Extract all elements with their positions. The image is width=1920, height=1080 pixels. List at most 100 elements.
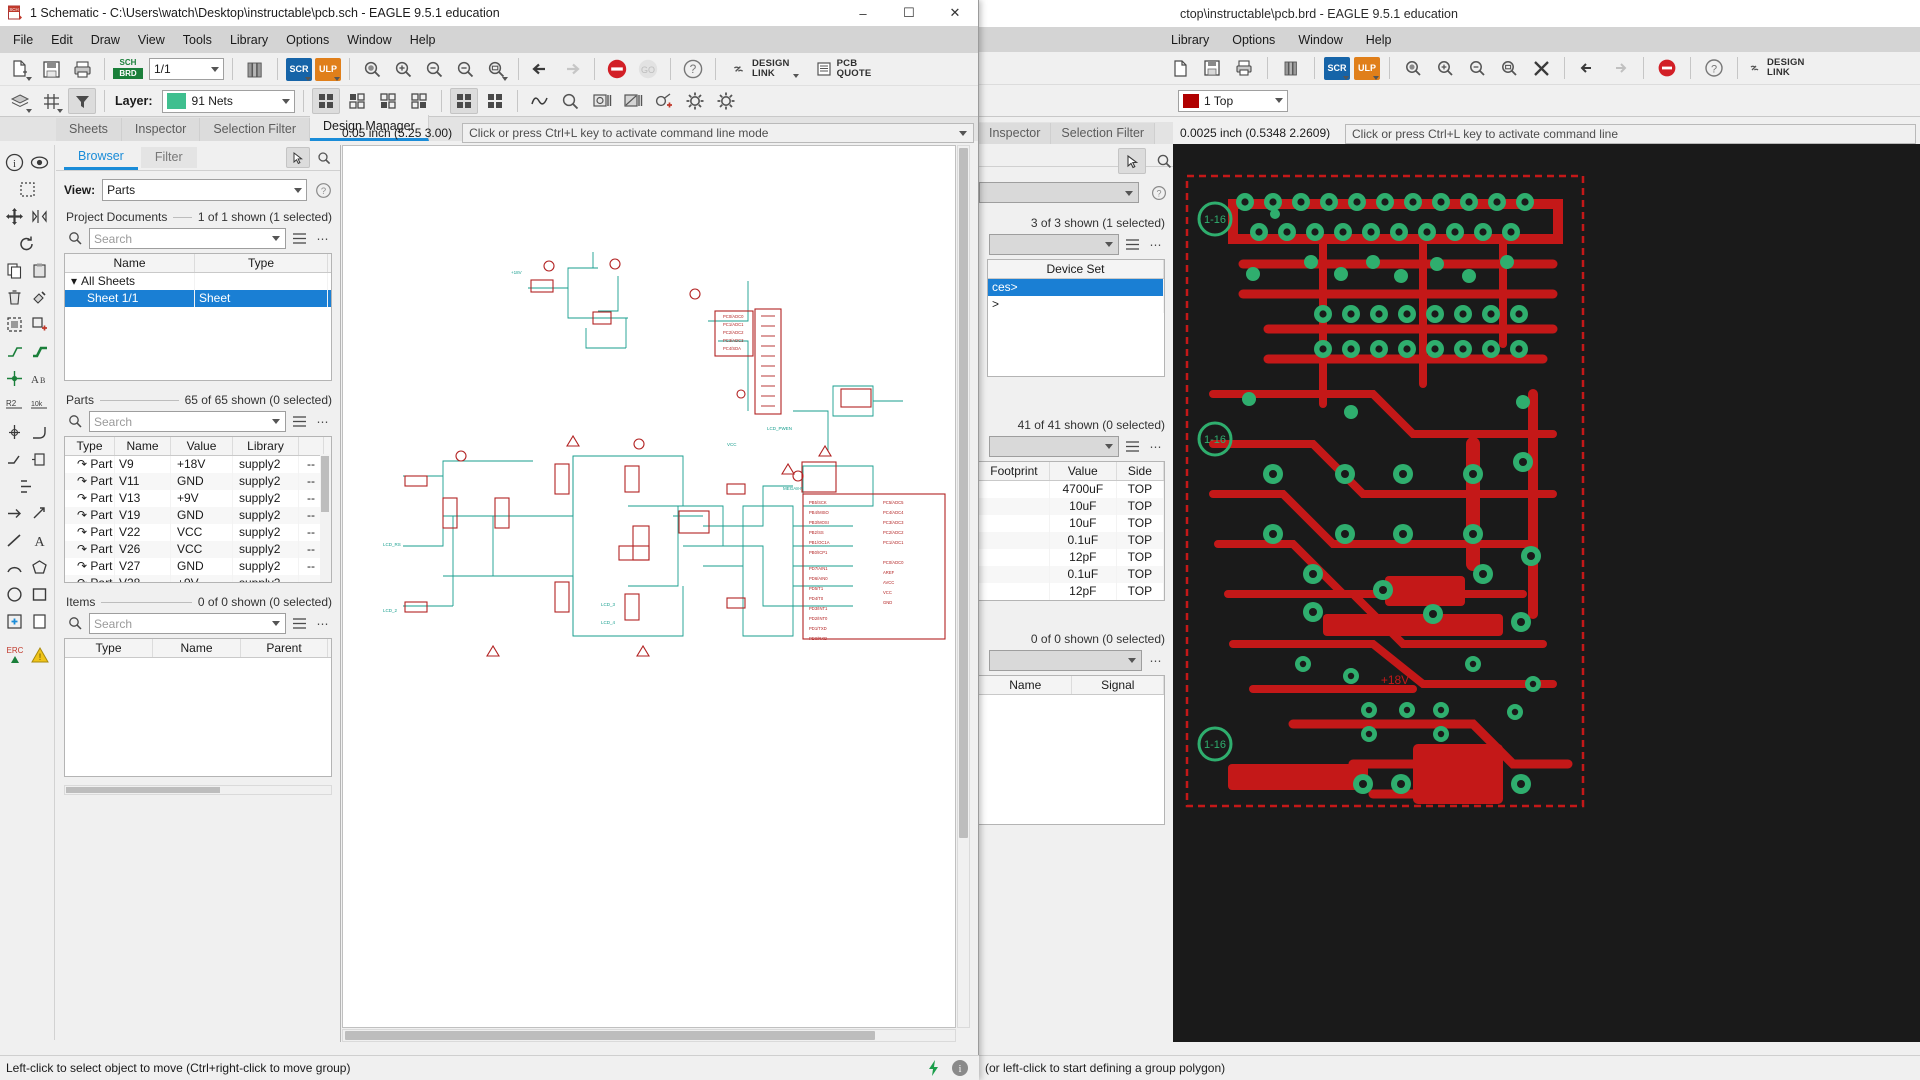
menu-draw[interactable]: Draw	[82, 30, 129, 50]
project-documents-table[interactable]: Name Type ▾ All Sheets Sheet 1/1 Sheet	[64, 253, 332, 381]
board-list-options-icon[interactable]	[1123, 235, 1142, 254]
maximize-button[interactable]: ☐	[886, 0, 932, 26]
items-list-options-icon[interactable]	[290, 614, 309, 633]
board-zoom-fit-icon[interactable]	[1399, 55, 1427, 81]
board-menu-window[interactable]: Window	[1295, 31, 1345, 49]
table-row[interactable]: 12pF TOP	[979, 583, 1164, 600]
board-tab-inspector[interactable]: Inspector	[979, 123, 1052, 144]
menu-tools[interactable]: Tools	[174, 30, 221, 50]
replace-icon[interactable]	[27, 285, 52, 310]
menu-edit[interactable]: Edit	[42, 30, 82, 50]
subtab-filter[interactable]: Filter	[140, 147, 197, 168]
items-hscroll-thumb[interactable]	[66, 787, 220, 793]
view-help-icon[interactable]: ?	[314, 181, 333, 200]
zoom-redraw-icon[interactable]	[451, 56, 479, 82]
parts-table[interactable]: Type Name Value Library ↷ Part V9 +18V supp…	[64, 436, 332, 583]
board-ulp-button[interactable]: ULP	[1354, 56, 1380, 80]
project-list-options-icon[interactable]	[290, 229, 309, 248]
board-toolbar-primary[interactable]: SCR ULP ? DESIGN LINK	[976, 52, 1920, 85]
board-help-small-icon[interactable]: ?	[1149, 183, 1168, 202]
items-more-icon[interactable]: ⋯	[313, 614, 332, 633]
undo-icon[interactable]	[527, 56, 555, 82]
pcb-board-canvas[interactable]: 1-16 1-16 1-16 +18V	[1173, 144, 1920, 1042]
bus-icon[interactable]	[27, 339, 52, 364]
board-elements-table[interactable]: Footprint Value Side 4700uF TOP 10uF TOP 10u…	[979, 461, 1165, 601]
browser-zoom-icon[interactable]	[312, 147, 336, 168]
board-elements-list-icon[interactable]	[1123, 437, 1142, 456]
table-row[interactable]: 0.1uFTOP	[979, 600, 1164, 601]
board-more-options-icon[interactable]: ⋯	[1146, 235, 1165, 254]
schematic-toolbar-primary[interactable]: SCH BRD 1/1 SCR ULP GO ? DESIGN LINK PCB…	[0, 53, 978, 86]
value-10k-icon[interactable]: 10k	[27, 393, 52, 418]
table-row[interactable]: ces>	[988, 279, 1164, 296]
layers-icon[interactable]	[6, 88, 34, 114]
junction-icon[interactable]	[2, 366, 27, 391]
scr-button[interactable]: SCR	[286, 57, 312, 81]
invoke-icon[interactable]	[27, 447, 52, 472]
new-file-icon[interactable]	[6, 56, 34, 82]
board-preview-icon[interactable]	[588, 88, 616, 114]
schematic-canvas-area[interactable]: PC0/ADC0 PC1/ADC1 PC2/ADC2 PC3/ADC3 PC4/SD…	[342, 145, 970, 1042]
board-design-link-button[interactable]: DESIGN LINK	[1747, 58, 1805, 78]
board-deviceset-table[interactable]: Device Set ces> >	[987, 259, 1165, 377]
go-icon[interactable]: GO	[634, 56, 662, 82]
project-search-icon[interactable]	[66, 229, 85, 248]
board-undo-icon[interactable]	[1574, 55, 1602, 81]
move-icon[interactable]	[2, 204, 27, 229]
redo-icon[interactable]	[558, 56, 586, 82]
rotate-text-icon[interactable]	[27, 501, 52, 526]
items-search-icon[interactable]	[66, 614, 85, 633]
board-menu-library[interactable]: Library	[1168, 31, 1212, 49]
window-controls[interactable]: – ☐ ✕	[840, 0, 978, 26]
show-icon[interactable]	[27, 150, 52, 175]
add-part-icon[interactable]	[650, 88, 678, 114]
board-tab-selection-filter[interactable]: Selection Filter	[1051, 123, 1156, 144]
zoom-out-icon[interactable]	[420, 56, 448, 82]
tab-sheets[interactable]: Sheets	[56, 118, 122, 141]
menu-window[interactable]: Window	[338, 30, 400, 50]
display-all-layers-icon[interactable]	[311, 88, 340, 114]
ulp-button[interactable]: ULP	[315, 57, 341, 81]
group-icon[interactable]	[2, 312, 27, 337]
array-icon[interactable]	[15, 474, 40, 499]
table-row[interactable]: 10uF TOP	[979, 498, 1164, 515]
polygon-icon[interactable]	[27, 555, 52, 580]
browser-select-icon[interactable]	[286, 147, 310, 168]
board-redraw-icon[interactable]	[1495, 55, 1523, 81]
miter-icon[interactable]	[27, 420, 52, 445]
print-icon[interactable]	[68, 56, 96, 82]
table-row[interactable]: ↷ Part V28 +9V supply2 --	[65, 575, 331, 582]
filter-icon[interactable]	[68, 88, 96, 114]
schematic-toolbar-secondary[interactable]: Layer: 91 Nets	[0, 86, 978, 117]
library-icon[interactable]	[241, 56, 269, 82]
board-redo-icon[interactable]	[1606, 55, 1634, 81]
display-bottom-layers-icon[interactable]	[374, 88, 402, 114]
schematic-tool-rail[interactable]: i A B R2 10k A ERC !	[0, 145, 55, 1040]
sheet-ref-icon[interactable]	[27, 609, 52, 634]
display-none-layers-icon[interactable]	[343, 88, 371, 114]
board-print-icon[interactable]	[1230, 55, 1258, 81]
info-icon[interactable]: i	[2, 150, 27, 175]
mirror-icon[interactable]	[27, 204, 52, 229]
add-group-icon[interactable]	[27, 312, 52, 337]
board-side-panel[interactable]: ? 3 of 3 shown (1 selected) ⋯ Device Set…	[979, 144, 1173, 1042]
board-menubar[interactable]: Library Options Window Help	[976, 27, 1920, 52]
zoom-in-icon[interactable]	[389, 56, 417, 82]
board-menu-options[interactable]: Options	[1229, 31, 1278, 49]
table-row[interactable]: 12pF TOP	[979, 549, 1164, 566]
project-more-icon[interactable]: ⋯	[313, 229, 332, 248]
board-menu-help[interactable]: Help	[1363, 31, 1395, 49]
grid-icon[interactable]	[37, 88, 65, 114]
switch-to-board-icon[interactable]: SCH BRD	[113, 57, 143, 81]
table-row[interactable]: 4700uF TOP	[979, 481, 1164, 498]
tab-inspector[interactable]: Inspector	[121, 118, 201, 141]
sheet-hscroll-thumb[interactable]	[345, 1031, 875, 1040]
schematic-window[interactable]: SCH 1 Schematic - C:\Users\watch\Desktop…	[0, 0, 979, 1080]
board-signals-table[interactable]: Name Signal	[979, 675, 1165, 825]
paste-icon[interactable]	[27, 258, 52, 283]
parts-more-icon[interactable]: ⋯	[313, 412, 332, 431]
sheet-horizontal-scrollbar[interactable]	[342, 1029, 956, 1042]
value-r2-icon[interactable]: R2	[2, 393, 27, 418]
board-3d-icon[interactable]	[619, 88, 647, 114]
board-signals-more-icon[interactable]: ⋯	[1146, 651, 1165, 670]
